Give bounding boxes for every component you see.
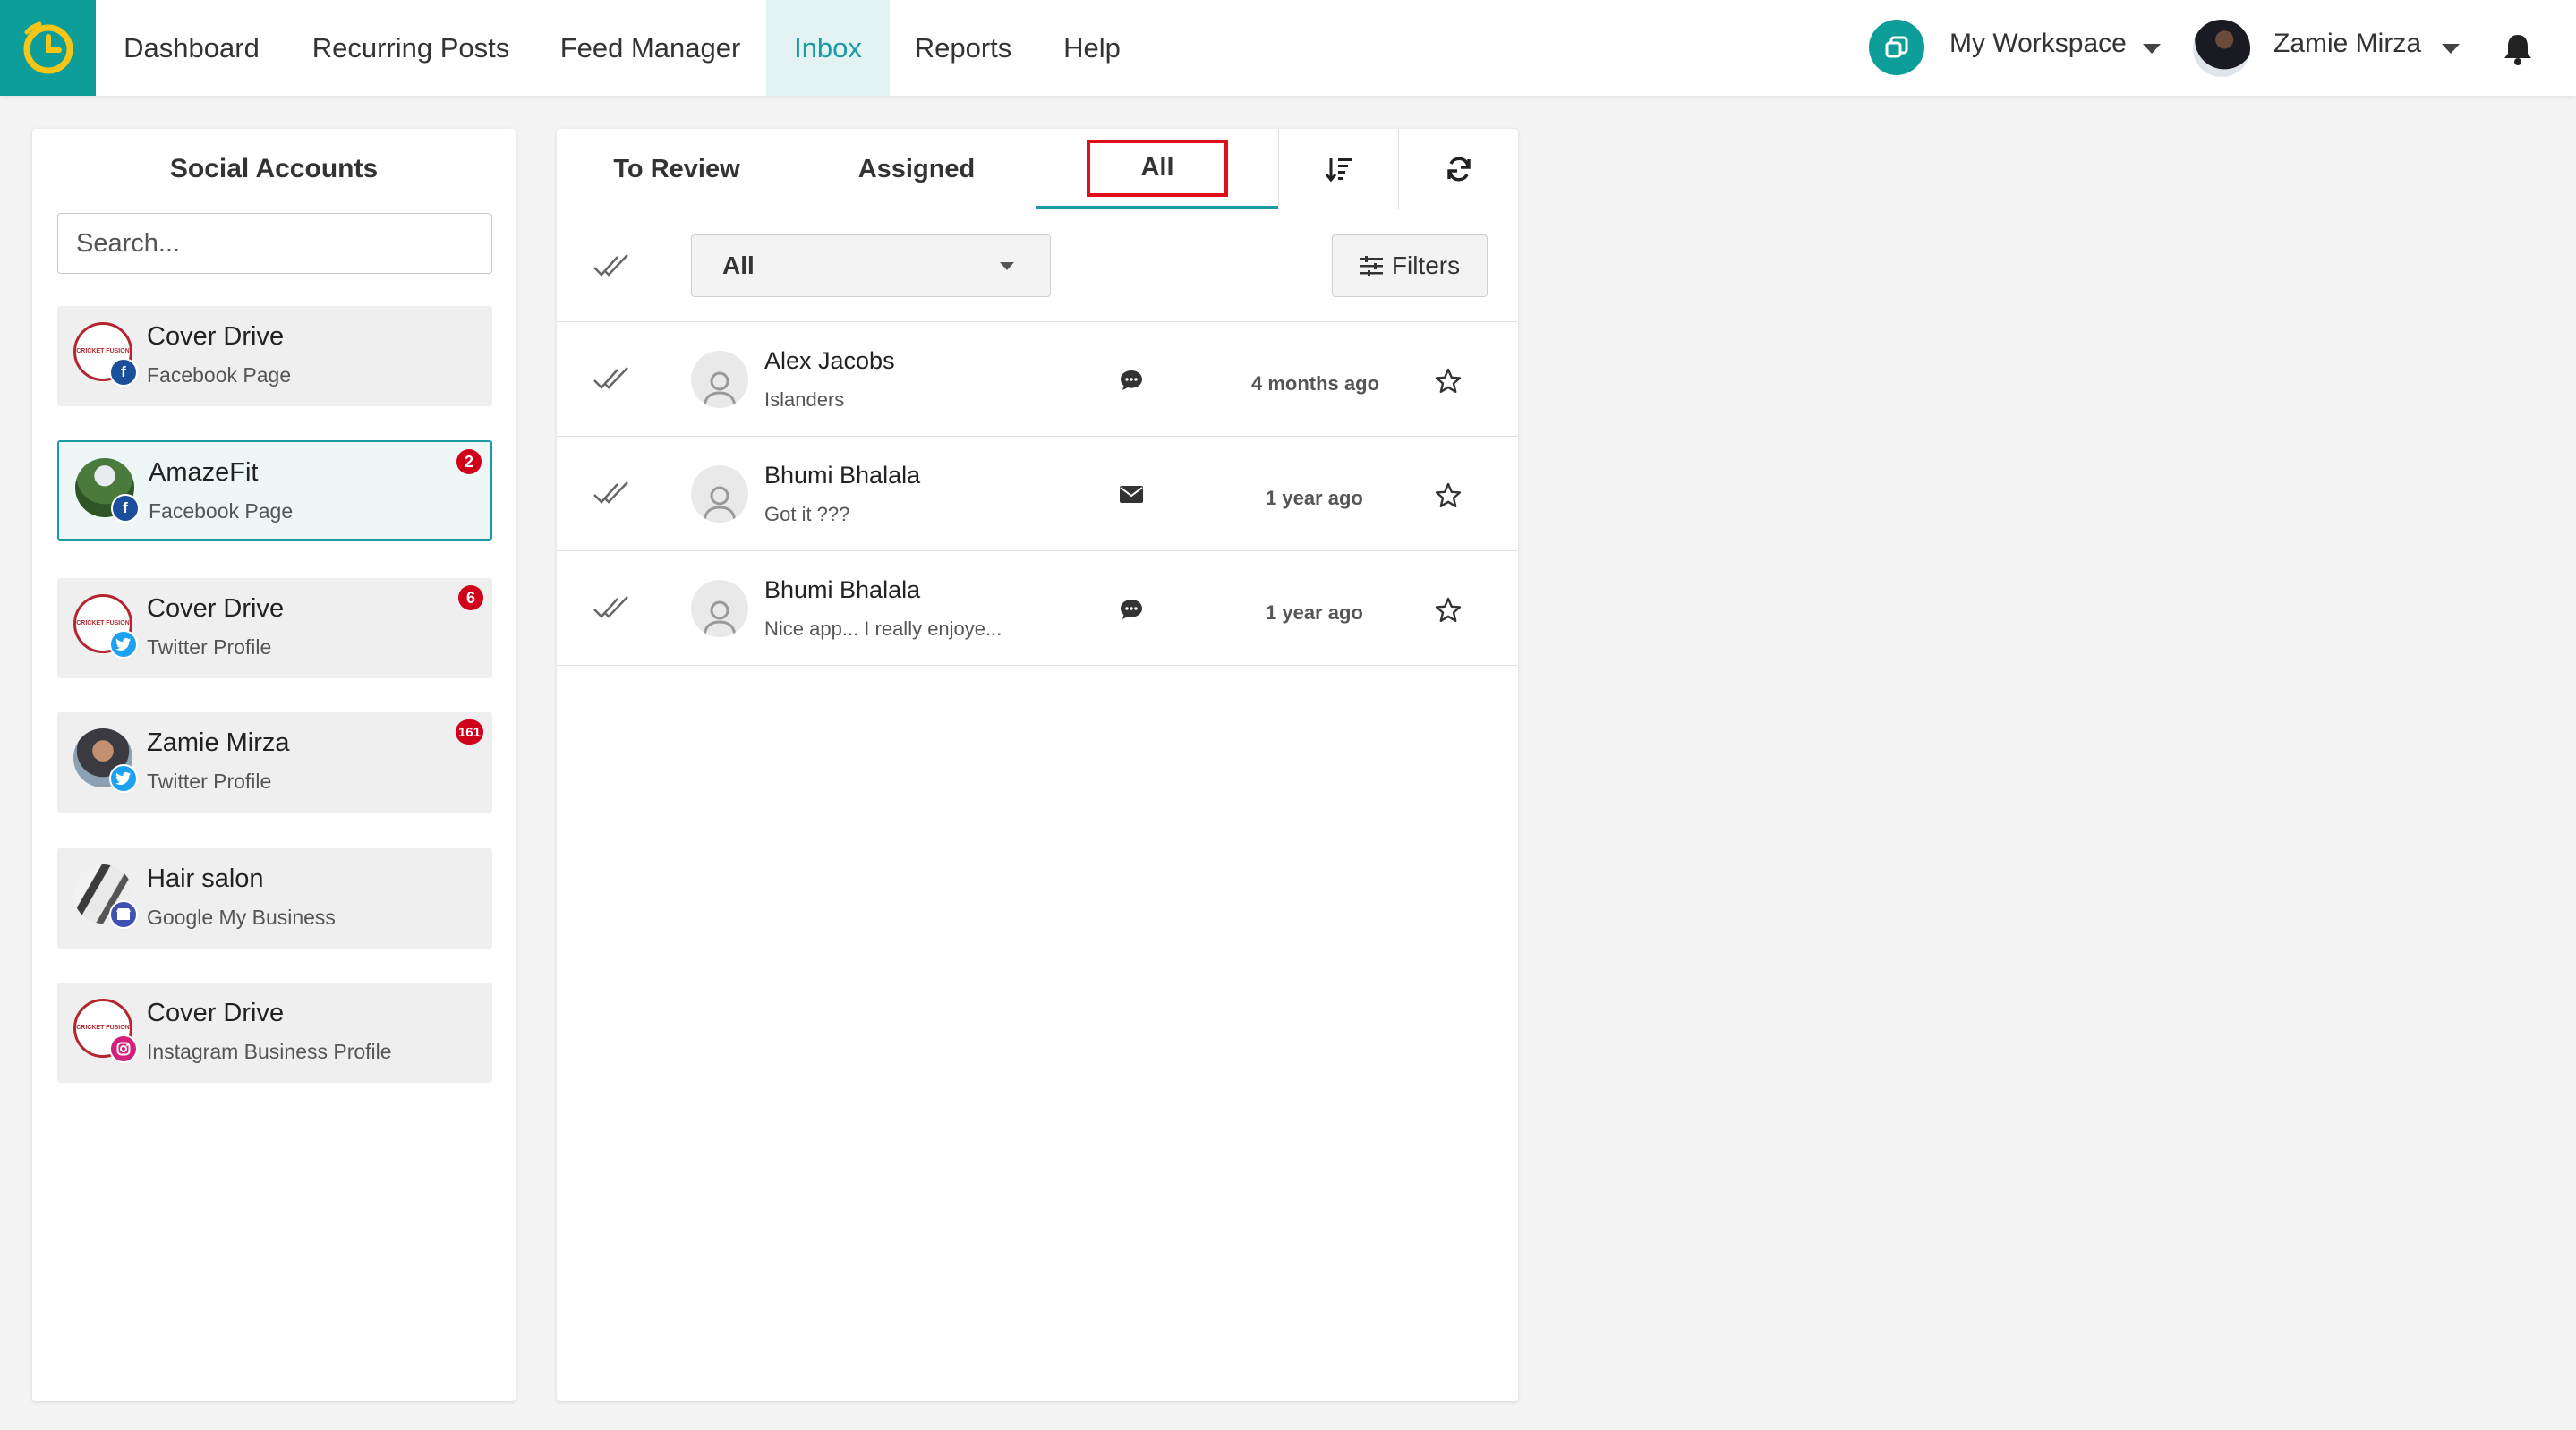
social-accounts-sidebar: Social Accounts CRICKET FUSION f Cover D… <box>32 129 516 1401</box>
account-type: Facebook Page <box>149 499 294 523</box>
unread-count-badge: 6 <box>458 585 483 610</box>
filters-label: Filters <box>1391 251 1461 279</box>
account-card-selected[interactable]: f AmazeFit Facebook Page 2 <box>57 440 492 541</box>
account-name: Hair salon <box>147 864 264 893</box>
unread-count-badge: 161 <box>455 719 483 745</box>
tab-assigned[interactable]: Assigned <box>797 129 1036 209</box>
unread-count-badge: 2 <box>456 449 482 474</box>
select-all-check-icon[interactable] <box>593 252 630 281</box>
clock-logo-icon <box>23 21 73 73</box>
chevron-down-icon <box>1000 262 1014 270</box>
user-menu[interactable]: Zamie Mirza <box>2273 29 2421 59</box>
filters-button[interactable]: Filters <box>1332 234 1488 297</box>
refresh-icon <box>1446 157 1471 182</box>
mark-done-check-icon[interactable] <box>593 594 630 623</box>
status-filter-value: All <box>722 251 755 279</box>
star-icon[interactable] <box>1434 481 1463 510</box>
sort-icon <box>1325 158 1352 183</box>
mark-done-check-icon[interactable] <box>593 480 630 508</box>
instagram-icon <box>109 1034 138 1063</box>
twitter-icon <box>109 764 138 793</box>
contact-avatar <box>691 351 748 408</box>
contact-name: Bhumi Bhalala <box>764 576 921 603</box>
message-snippet: Islanders <box>764 388 845 411</box>
inbox-tabs: To Review Assigned All <box>557 129 1518 209</box>
nav-feed-manager[interactable]: Feed Manager <box>534 0 766 96</box>
conversation-row[interactable]: Bhumi Bhalala Nice app... I really enjoy… <box>557 551 1518 666</box>
conversation-row[interactable]: Bhumi Bhalala Got it ??? 1 year ago <box>557 437 1518 551</box>
message-snippet: Got it ??? <box>764 503 850 525</box>
user-avatar[interactable] <box>2193 20 2250 77</box>
message-time: 4 months ago <box>1251 372 1380 395</box>
comment-icon <box>1121 370 1142 390</box>
account-search-input[interactable] <box>57 213 492 274</box>
account-type: Twitter Profile <box>147 635 272 659</box>
contact-name: Bhumi Bhalala <box>764 462 921 489</box>
account-name: Cover Drive <box>147 322 285 351</box>
workspace-selector[interactable]: My Workspace <box>1949 29 2127 59</box>
account-card[interactable]: Hair salon Google My Business <box>57 848 492 949</box>
conversation-row[interactable]: Alex Jacobs Islanders 4 months ago <box>557 322 1518 437</box>
sliders-icon <box>1359 256 1383 276</box>
nav-inbox[interactable]: Inbox <box>766 0 890 96</box>
star-icon[interactable] <box>1434 596 1463 625</box>
comment-icon <box>1121 600 1142 619</box>
nav-recurring-posts[interactable]: Recurring Posts <box>287 0 534 96</box>
sidebar-title: Social Accounts <box>169 154 379 183</box>
message-time: 1 year ago <box>1266 487 1363 509</box>
refresh-button[interactable] <box>1398 129 1518 209</box>
facebook-icon: f <box>109 358 138 387</box>
nav-dashboard[interactable]: Dashboard <box>96 0 287 96</box>
account-name: AmazeFit <box>149 458 259 487</box>
contact-avatar <box>691 465 748 523</box>
twitter-icon <box>109 630 138 659</box>
mark-done-check-icon[interactable] <box>593 365 630 394</box>
star-icon[interactable] <box>1434 367 1463 396</box>
contact-name: Alex Jacobs <box>764 347 895 374</box>
top-navbar: Dashboard Recurring Posts Feed Manager I… <box>0 0 2576 96</box>
nav-help[interactable]: Help <box>1036 0 1147 96</box>
contact-avatar <box>691 580 748 637</box>
account-type: Instagram Business Profile <box>147 1040 392 1063</box>
tab-all-highlight <box>1087 140 1228 197</box>
account-type: Google My Business <box>147 906 336 929</box>
account-name: Cover Drive <box>147 999 285 1027</box>
tab-to-review[interactable]: To Review <box>557 129 797 209</box>
facebook-icon: f <box>111 494 140 523</box>
sort-button[interactable] <box>1278 129 1398 209</box>
user-placeholder-icon <box>703 371 737 408</box>
account-card[interactable]: Zamie Mirza Twitter Profile 161 <box>57 712 492 813</box>
google-my-business-icon <box>109 900 138 929</box>
filter-bar: All Filters <box>557 209 1518 322</box>
workspace-icon[interactable] <box>1869 20 1924 75</box>
user-caret-icon[interactable] <box>2442 44 2460 54</box>
user-placeholder-icon <box>703 600 737 637</box>
envelope-icon <box>1120 486 1143 503</box>
inbox-panel: To Review Assigned All All Filters Alex … <box>557 129 1518 1401</box>
account-name: Cover Drive <box>147 594 285 623</box>
account-name: Zamie Mirza <box>147 728 290 757</box>
account-card[interactable]: CRICKET FUSION Cover Drive Instagram Bus… <box>57 983 492 1083</box>
message-time: 1 year ago <box>1266 601 1363 624</box>
nav-reports[interactable]: Reports <box>890 0 1036 96</box>
bell-icon[interactable] <box>2502 32 2534 71</box>
workspace-caret-icon[interactable] <box>2143 44 2161 54</box>
account-card[interactable]: CRICKET FUSION Cover Drive Twitter Profi… <box>57 578 492 678</box>
message-snippet: Nice app... I really enjoye... <box>764 617 1002 640</box>
account-card[interactable]: CRICKET FUSION f Cover Drive Facebook Pa… <box>57 306 492 406</box>
status-filter-select[interactable]: All <box>691 234 1051 297</box>
account-type: Twitter Profile <box>147 770 272 793</box>
app-logo[interactable] <box>0 0 96 96</box>
user-placeholder-icon <box>703 486 737 523</box>
account-type: Facebook Page <box>147 363 292 387</box>
